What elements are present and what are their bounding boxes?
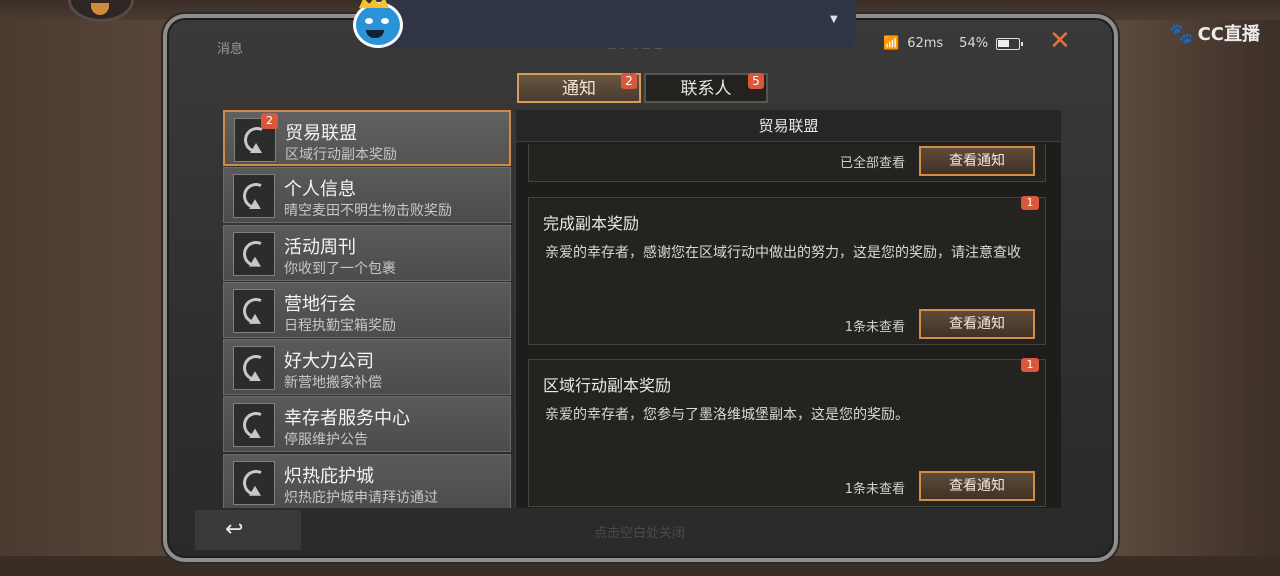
satellite-dish-icon	[233, 403, 275, 448]
notification-card: 1 完成副本奖励 亲爱的幸存者，感谢您在区域行动中做出的努力，这是您的奖励，请注…	[528, 196, 1046, 345]
unread-badge: 1	[1021, 196, 1039, 210]
message-panel: 消息 15:21 📶 62ms 54% ✕ 通知 2 联系人 5 2 贸易联盟 …	[163, 14, 1118, 562]
battery-icon	[996, 37, 1024, 50]
satellite-dish-icon	[233, 288, 275, 333]
view-notification-button[interactable]: 查看通知	[919, 146, 1035, 176]
card-title: 完成副本奖励	[543, 214, 640, 233]
list-item-title: 好大力公司	[284, 351, 374, 373]
unread-badge: 2	[261, 113, 278, 129]
list-item-personal-info[interactable]: 个人信息 晴空麦田不明生物击败奖励	[223, 167, 511, 224]
list-item-title: 营地行会	[284, 293, 356, 315]
status-indicators: 📶 62ms 54%	[883, 36, 1024, 51]
tab-notifications[interactable]: 通知 2	[517, 73, 641, 103]
list-item-title: 幸存者服务中心	[284, 408, 410, 430]
list-item-service-center[interactable]: 幸存者服务中心 停服维护公告	[223, 396, 511, 453]
list-item-camp-guild[interactable]: 营地行会 日程执勤宝箱奖励	[223, 281, 511, 338]
list-item-subtitle: 晴空麦田不明生物击败奖励	[284, 203, 452, 220]
notification-card: 1 区域行动副本奖励 亲爱的幸存者，您参与了墨洛维城堡副本，这是您的奖励。 1条…	[528, 358, 1046, 507]
card-status: 1条未查看	[844, 482, 905, 497]
notification-banner[interactable]: ▼	[372, 0, 856, 48]
list-item-title: 个人信息	[284, 179, 356, 201]
back-button[interactable]: ↩	[195, 510, 301, 550]
tab-contacts[interactable]: 联系人 5	[644, 73, 768, 103]
list-item-subtitle: 区域行动副本奖励	[285, 147, 397, 163]
view-notification-button[interactable]: 查看通知	[919, 471, 1035, 501]
list-item-subtitle: 日程执勤宝箱奖励	[284, 317, 396, 334]
chevron-down-icon[interactable]: ▼	[830, 14, 838, 25]
satellite-dish-icon	[233, 174, 275, 219]
list-item-weekly[interactable]: 活动周刊 你收到了一个包裹	[223, 224, 511, 281]
tab-badge: 5	[748, 73, 764, 89]
messages-label: 消息	[217, 42, 244, 57]
back-icon: ↩	[225, 517, 244, 542]
list-item-shelter-city[interactable]: 炽热庇护城 炽热庇护城申请拜访通过	[223, 453, 511, 508]
notification-detail: 贸易联盟 已全部查看 查看通知 1 完成副本奖励 亲爱的幸存者，感谢您在区域行动…	[515, 110, 1061, 508]
tab-label: 联系人	[680, 79, 732, 99]
list-item-trade-alliance[interactable]: 2 贸易联盟 区域行动副本奖励	[223, 110, 511, 166]
satellite-dish-icon: 2	[234, 113, 278, 162]
satellite-dish-icon	[233, 460, 275, 505]
unread-badge: 1	[1021, 358, 1039, 372]
list-item-subtitle: 停服维护公告	[284, 432, 368, 449]
avatar-icon	[91, 3, 109, 15]
battery-percent: 54%	[959, 36, 989, 51]
paw-icon: 🐾	[1168, 21, 1194, 45]
list-item-subtitle: 你收到了一个包裹	[284, 260, 396, 277]
list-item-title: 贸易联盟	[285, 123, 357, 144]
wifi-icon: 📶	[883, 36, 900, 51]
sender-list[interactable]: 2 贸易联盟 区域行动副本奖励 个人信息 晴空麦田不明生物击败奖励 活动周刊 你…	[223, 110, 515, 508]
cc-live-watermark: 🐾 CC直播	[1169, 20, 1260, 46]
tab-badge: 2	[621, 73, 637, 89]
tab-label: 通知	[562, 79, 596, 99]
card-status: 1条未查看	[844, 320, 905, 335]
ping-value: 62ms	[907, 36, 944, 51]
banner-avatar-icon	[349, 0, 409, 50]
notification-card-viewed: 已全部查看 查看通知	[528, 144, 1046, 182]
close-hint: 点击空白处关闭	[594, 526, 686, 541]
list-item-title: 炽热庇护城	[284, 465, 374, 487]
card-title: 区域行动副本奖励	[543, 376, 672, 395]
list-item-company[interactable]: 好大力公司 新营地搬家补偿	[223, 339, 511, 396]
detail-title: 贸易联盟	[516, 110, 1061, 142]
card-body: 亲爱的幸存者，您参与了墨洛维城堡副本，这是您的奖励。	[545, 407, 909, 423]
list-item-subtitle: 新营地搬家补偿	[284, 375, 382, 392]
card-body: 亲爱的幸存者，感谢您在区域行动中做出的努力，这是您的奖励，请注意查收	[545, 245, 1021, 261]
satellite-dish-icon	[233, 231, 275, 276]
view-notification-button[interactable]: 查看通知	[919, 309, 1035, 339]
card-status: 已全部查看	[839, 156, 905, 171]
list-item-subtitle: 炽热庇护城申请拜访通过	[284, 489, 438, 506]
satellite-dish-icon	[233, 346, 275, 391]
list-item-title: 活动周刊	[284, 236, 356, 258]
brand-label: CC直播	[1197, 24, 1260, 45]
close-icon[interactable]: ✕	[1049, 28, 1071, 54]
bottom-bar: ↩ 点击空白处关闭	[179, 510, 1109, 550]
